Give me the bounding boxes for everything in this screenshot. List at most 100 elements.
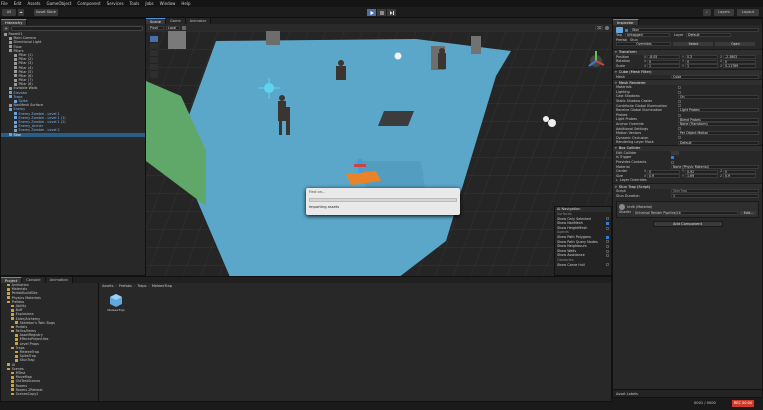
asset-labels-bar[interactable]: Asset Labels — [613, 389, 762, 397]
renderer-property-value[interactable]: None (Transform) — [678, 122, 759, 127]
rotation-x-field[interactable]: 0 — [647, 59, 680, 64]
lighting-toggle-icon[interactable] — [605, 25, 609, 30]
renderer-property-value[interactable]: Blend Probes — [678, 117, 759, 122]
breadcrumb-item[interactable]: Traps — [137, 284, 146, 288]
tab-inspector[interactable]: Inspector — [613, 19, 639, 25]
overlay-checkbox[interactable] — [606, 254, 609, 258]
grid-snap-icon[interactable] — [182, 25, 186, 30]
overlay-checkbox[interactable] — [606, 244, 609, 248]
overlay-checkbox[interactable] — [606, 226, 609, 230]
hand-tool-icon[interactable] — [150, 36, 158, 43]
object-name-field[interactable]: Stun — [630, 28, 759, 32]
size-y-field[interactable]: 1.69 — [685, 174, 718, 179]
hierarchy-search-input[interactable] — [11, 26, 143, 31]
tab-game[interactable]: Game — [165, 18, 186, 24]
renderer-property-checkbox[interactable] — [678, 99, 681, 103]
add-icon[interactable]: + — [3, 26, 9, 31]
cloud-icon[interactable]: ☁ — [18, 9, 24, 16]
step-icon[interactable] — [387, 9, 396, 16]
open-button[interactable]: Open — [715, 42, 755, 47]
overlay-checkbox[interactable] — [606, 263, 609, 267]
renderer-property-value[interactable]: Per Object Motion — [678, 131, 759, 136]
pause-icon[interactable] — [377, 9, 386, 16]
search-icon[interactable]: ⌕ — [703, 9, 711, 16]
layer-dropdown[interactable]: Default — [686, 33, 731, 38]
center-z-field[interactable]: 0 — [723, 169, 756, 174]
menu-item-window[interactable]: Window — [160, 0, 176, 7]
hierarchy-item[interactable]: Stun — [1, 132, 145, 137]
renderer-property-value[interactable]: Default — [678, 140, 759, 145]
overlay-checkbox[interactable] — [606, 221, 609, 225]
position-y-field[interactable]: 0.3 — [685, 55, 718, 60]
menu-item-component[interactable]: Component — [77, 0, 100, 7]
collider-property-checkbox[interactable] — [671, 160, 674, 164]
select-button[interactable]: Select — [673, 42, 713, 47]
shader-edit-button[interactable]: Edit... — [740, 210, 756, 215]
size-z-field[interactable]: 0.9 — [723, 174, 756, 179]
menu-item-tools[interactable]: Tools — [130, 0, 140, 7]
asset-store-button[interactable]: Asset Store — [34, 9, 58, 16]
scale-y-field[interactable]: 1 — [685, 64, 718, 69]
scale-tool-icon[interactable] — [150, 57, 158, 64]
center-x-field[interactable]: 0 — [647, 169, 680, 174]
renderer-property-checkbox[interactable] — [678, 90, 681, 94]
move-tool-icon[interactable] — [150, 43, 158, 50]
transform-tool-icon[interactable] — [150, 71, 158, 78]
pivot-dropdown[interactable]: Pivot — [148, 25, 164, 30]
account-button[interactable]: AS — [2, 9, 16, 16]
shader-dropdown[interactable]: Universal Render Pipeline/Lit — [633, 210, 738, 215]
renderer-property-checkbox[interactable] — [678, 104, 681, 108]
menu-item-file[interactable]: File — [1, 0, 8, 7]
breadcrumb-item[interactable]: Assets — [102, 284, 113, 288]
position-z-field[interactable]: -2.3802 — [723, 55, 756, 60]
renderer-property-value[interactable]: Light Probes — [678, 108, 759, 113]
scale-z-field[interactable]: 0.11769 — [723, 64, 756, 69]
menu-item-services[interactable]: Services — [107, 0, 124, 7]
renderer-property-checkbox[interactable] — [678, 113, 681, 117]
collider-property-checkbox[interactable] — [671, 156, 674, 160]
scene-view[interactable]: Scene Game Animator Pivot Local 2D Find … — [146, 18, 612, 276]
renderer-property-checkbox[interactable] — [678, 127, 681, 131]
rect-tool-icon[interactable] — [150, 64, 158, 71]
layout-dropdown[interactable]: Layout — [737, 9, 759, 16]
overlay-checkbox[interactable] — [606, 217, 609, 221]
record-badge[interactable]: REC 00:00 — [732, 400, 754, 407]
renderer-property-checkbox[interactable] — [678, 85, 681, 89]
overlay-checkbox[interactable] — [606, 249, 609, 253]
active-checkbox[interactable] — [625, 28, 628, 32]
overrides-dropdown[interactable]: Overrides — [616, 42, 671, 47]
position-x-field[interactable]: -8.05 — [647, 55, 680, 60]
local-dropdown[interactable]: Local — [166, 25, 180, 30]
stun-duration-field[interactable]: 1 — [671, 193, 759, 198]
overlay-checkbox[interactable] — [606, 240, 609, 244]
menu-item-edit[interactable]: Edit — [14, 0, 22, 7]
rotation-y-field[interactable]: 0 — [685, 59, 718, 64]
tab-animator[interactable]: Animator — [185, 18, 212, 24]
asset-tile[interactable]: MeleeeTrap — [107, 293, 125, 312]
menu-item-gameobject[interactable]: GameObject — [46, 0, 71, 7]
play-icon[interactable] — [367, 9, 376, 16]
menu-item-jobs[interactable]: Jobs — [145, 0, 153, 7]
menu-item-assets[interactable]: Assets — [27, 0, 40, 7]
renderer-property-checkbox[interactable] — [678, 136, 681, 140]
overlay-checkbox[interactable] — [606, 235, 609, 239]
project-folder-item[interactable]: ScenesCopy2 — [1, 392, 98, 396]
rotation-z-field[interactable]: 0 — [723, 59, 756, 64]
size-x-field[interactable]: 0.9 — [647, 174, 680, 179]
tab-hierarchy[interactable]: Hierarchy — [1, 19, 28, 25]
layers-dropdown[interactable]: Layers — [714, 9, 734, 16]
mesh-field[interactable]: Cube — [671, 74, 759, 79]
overlay-option-row[interactable]: Show Carve Hull — [555, 263, 611, 268]
scale-x-field[interactable]: 1 — [647, 64, 680, 69]
2d-toggle[interactable]: 2D — [595, 25, 603, 30]
breadcrumb-item[interactable]: MeleeeTrap — [152, 284, 172, 288]
rotate-tool-icon[interactable] — [150, 50, 158, 57]
renderer-property-value[interactable]: On — [678, 94, 759, 99]
tab-scene[interactable]: Scene — [146, 18, 166, 24]
scene-canvas[interactable] — [146, 31, 612, 276]
center-y-field[interactable]: 0.92 — [685, 169, 718, 174]
menu-item-help[interactable]: Help — [181, 0, 190, 7]
breadcrumb-item[interactable]: Prefabs — [119, 284, 132, 288]
edit-collider-button[interactable] — [671, 151, 679, 156]
add-component-button[interactable]: Add Component — [652, 220, 723, 227]
